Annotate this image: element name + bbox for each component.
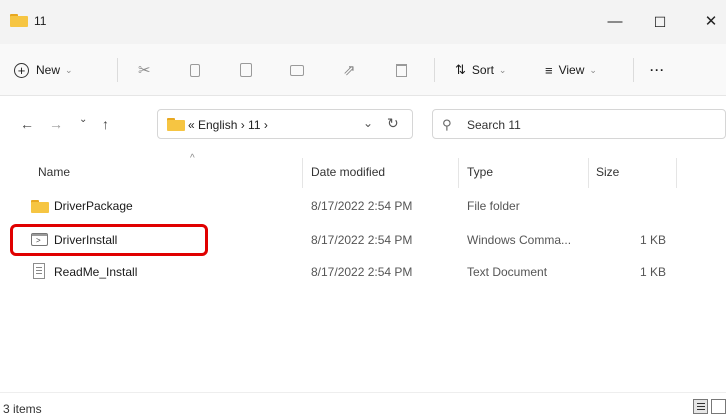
- column-divider[interactable]: [676, 158, 677, 188]
- address-path[interactable]: « English › 11 ›: [188, 118, 268, 132]
- delete-icon: [396, 63, 407, 77]
- up-button[interactable]: ↑: [102, 116, 109, 132]
- delete-button[interactable]: [396, 59, 407, 81]
- tiles-view-button[interactable]: [711, 399, 726, 414]
- forward-button[interactable]: →: [49, 116, 63, 132]
- cut-icon: ✂: [138, 62, 151, 79]
- view-icon: ≡: [545, 62, 553, 78]
- file-name: ReadMe_Install: [54, 265, 138, 279]
- file-type: File folder: [467, 199, 520, 213]
- status-bar: 3 items: [0, 392, 726, 419]
- chevron-down-icon: ⌄: [589, 64, 597, 75]
- view-button[interactable]: ≡ View ⌄: [545, 59, 597, 81]
- refresh-icon[interactable]: ↻: [387, 115, 399, 132]
- paste-icon: [240, 63, 252, 77]
- sort-ascending-icon: ^: [190, 153, 195, 164]
- share-icon: ⇗: [343, 62, 356, 79]
- file-row[interactable]: DriverPackage 8/17/2022 2:54 PM File fol…: [26, 192, 676, 220]
- paste-button[interactable]: [240, 59, 252, 81]
- column-divider[interactable]: [588, 158, 589, 188]
- cut-button[interactable]: ✂: [138, 59, 151, 81]
- file-row[interactable]: ReadMe_Install 8/17/2022 2:54 PM Text Do…: [26, 258, 676, 286]
- sort-button-label: Sort: [471, 63, 494, 77]
- folder-icon: [31, 200, 49, 213]
- file-date: 8/17/2022 2:54 PM: [311, 265, 413, 279]
- share-button[interactable]: ⇗: [343, 59, 356, 81]
- column-divider[interactable]: [302, 158, 303, 188]
- chevron-down-icon[interactable]: ⌄: [363, 116, 373, 130]
- file-size: 1 KB: [640, 233, 667, 247]
- file-type: Windows Comma...: [467, 233, 572, 247]
- file-name: DriverPackage: [54, 199, 133, 213]
- command-bar: + New ⌄ ✂ ⇗ ⇅ Sort ⌄ ≡ View ⌄ ···: [0, 44, 726, 96]
- plus-circle-icon: +: [14, 62, 29, 78]
- search-box[interactable]: ⚲ Search 11: [432, 109, 726, 139]
- view-button-label: View: [558, 63, 585, 77]
- rename-button[interactable]: [290, 59, 304, 81]
- column-divider[interactable]: [458, 158, 459, 188]
- navigation-bar: ← → ⌄ ↑ « English › 11 › ⌄ ↻ ⚲ Search 11: [0, 96, 726, 150]
- copy-icon: [190, 63, 200, 77]
- column-header-row: ^ Name Date modified Type Size: [0, 150, 726, 190]
- toolbar-divider: [633, 58, 634, 82]
- details-view-button[interactable]: [693, 399, 708, 414]
- title-bar: 11 — ☐ ✕: [0, 0, 726, 44]
- folder-icon: [10, 14, 28, 27]
- search-input[interactable]: Search 11: [467, 118, 521, 132]
- chevron-down-icon: ⌄: [498, 64, 507, 75]
- copy-button[interactable]: [190, 59, 200, 81]
- chevron-down-icon: ⌄: [65, 64, 73, 75]
- sort-button[interactable]: ⇅ Sort ⌄: [455, 59, 506, 81]
- recent-locations-button[interactable]: ⌄: [79, 114, 87, 125]
- new-button-label: New: [36, 63, 61, 77]
- column-header-name[interactable]: Name: [38, 165, 70, 179]
- address-bar[interactable]: « English › 11 › ⌄ ↻: [157, 109, 413, 139]
- more-options-button[interactable]: ···: [650, 59, 665, 81]
- toolbar-divider: [434, 58, 435, 82]
- sort-icon: ⇅: [455, 62, 466, 77]
- column-header-date[interactable]: Date modified: [311, 165, 385, 179]
- highlight-box: [10, 224, 208, 256]
- file-date: 8/17/2022 2:54 PM: [311, 199, 413, 213]
- toolbar-divider: [117, 58, 118, 82]
- text-file-icon: [33, 263, 45, 279]
- back-button[interactable]: ←: [20, 116, 34, 132]
- file-type: Text Document: [467, 265, 548, 279]
- item-count: 3 items: [3, 402, 42, 416]
- column-header-size[interactable]: Size: [596, 165, 619, 179]
- rename-icon: [290, 64, 304, 76]
- folder-icon: [167, 118, 185, 131]
- column-header-type[interactable]: Type: [467, 165, 493, 179]
- maximize-button[interactable]: ☐: [643, 10, 677, 34]
- file-size: 1 KB: [640, 265, 667, 279]
- file-date: 8/17/2022 2:54 PM: [311, 233, 413, 247]
- close-button[interactable]: ✕: [694, 10, 726, 34]
- search-icon: ⚲: [442, 117, 452, 132]
- minimize-button[interactable]: —: [598, 10, 632, 34]
- window-title: 11: [34, 14, 47, 28]
- new-button[interactable]: + New ⌄: [14, 59, 73, 81]
